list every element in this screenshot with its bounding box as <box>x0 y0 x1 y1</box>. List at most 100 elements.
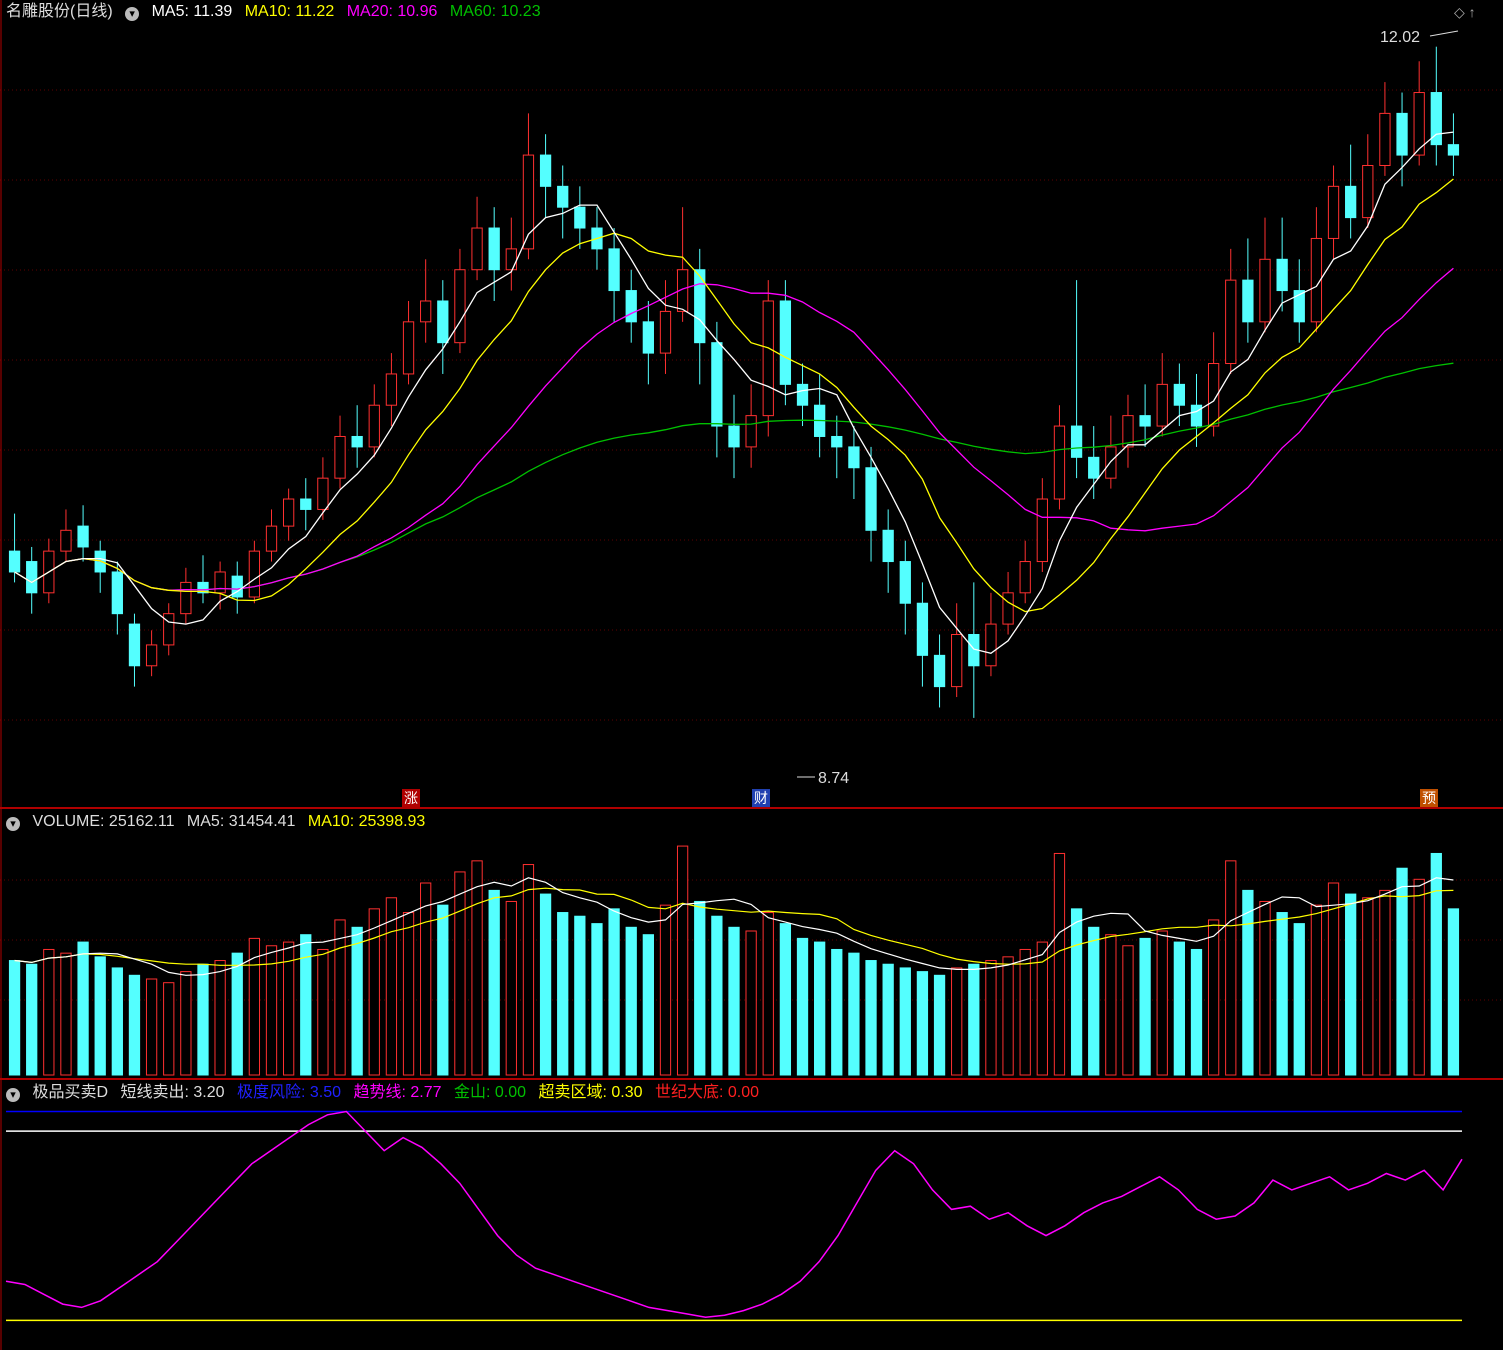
volume-ma10-value: MA10: 25398.93 <box>307 813 426 830</box>
candle-body <box>1053 425 1066 500</box>
candle-body <box>1088 456 1100 479</box>
volume-bar <box>728 926 740 1076</box>
volume-bar <box>1362 897 1374 1076</box>
candle-body <box>916 602 929 656</box>
volume-bar <box>180 971 192 1076</box>
candle-body <box>1225 279 1237 365</box>
volume-bar <box>659 904 672 1076</box>
volume-bar <box>985 960 997 1076</box>
candle-body <box>711 342 723 427</box>
candle-body <box>128 623 141 667</box>
candle-body <box>248 550 261 598</box>
candle-body <box>1276 258 1288 292</box>
candle-body <box>1173 383 1186 406</box>
candle-body <box>505 248 517 271</box>
volume-bar <box>642 934 654 1076</box>
candle-body <box>1002 592 1014 625</box>
volume-bar <box>933 974 946 1076</box>
candle-body <box>831 435 843 448</box>
golden-mountain-value: 金山: 0.00 <box>453 1084 527 1101</box>
volume-bar <box>574 915 586 1076</box>
volume-bar <box>1430 852 1442 1076</box>
yu-marker[interactable]: 预 <box>1420 789 1438 807</box>
volume-bar <box>1276 912 1288 1076</box>
candle-body <box>1345 185 1357 219</box>
candle-body <box>1396 112 1408 156</box>
main-header: 名雕股份(日线) ▾ MA5: 11.39 MA10: 11.22 MA20: … <box>6 1 549 23</box>
candle-body <box>1259 258 1271 323</box>
volume-bar <box>351 926 363 1076</box>
candle-body <box>8 550 21 573</box>
ma-lines <box>14 131 1454 655</box>
volume-bar <box>26 963 38 1076</box>
stock-chart[interactable]: 12.02 8.74 <box>0 0 1503 1350</box>
volume-bar <box>796 937 809 1076</box>
cai-marker[interactable]: 财 <box>752 789 770 807</box>
period-label[interactable]: (日线) <box>70 3 113 20</box>
volume-bar <box>1447 908 1460 1076</box>
volume-bar <box>1396 867 1408 1076</box>
volume-bar <box>368 908 380 1076</box>
volume-bar <box>1053 852 1066 1076</box>
candle-body <box>557 185 569 208</box>
candle-body <box>745 415 757 448</box>
volume-bar <box>814 941 826 1076</box>
volume-bar <box>145 978 158 1076</box>
candle-body <box>60 529 72 552</box>
volume-bar <box>77 941 89 1076</box>
volume-bar <box>968 963 980 1076</box>
volume-bars[interactable] <box>8 845 1460 1076</box>
trend-line-value: 趋势线: 2.77 <box>353 1084 442 1101</box>
indicator-header: ▾ 极品买卖D 短线卖出: 3.20 极度风险: 3.50 趋势线: 2.77 … <box>6 1082 767 1104</box>
window-controls-icon[interactable]: ◇ ↑ <box>1454 4 1476 21</box>
candle-body <box>951 634 963 688</box>
candle-body <box>1447 144 1460 156</box>
volume-bar <box>1345 893 1357 1076</box>
volume-bar <box>1379 889 1391 1076</box>
candle-body <box>762 300 774 417</box>
volume-bar <box>916 971 929 1076</box>
volume-bar <box>1088 926 1100 1076</box>
candle-body <box>77 525 89 548</box>
ma5-line <box>14 131 1454 655</box>
indicator-menu-icon[interactable]: ▾ <box>6 1088 20 1102</box>
volume-bar <box>402 912 415 1076</box>
volume-menu-icon[interactable]: ▾ <box>6 817 20 831</box>
volume-bar <box>608 908 620 1076</box>
volume-bar <box>1413 878 1425 1076</box>
zhang-marker[interactable]: 涨 <box>402 789 420 807</box>
candle-body <box>659 310 672 354</box>
stock-name[interactable]: 名雕股份 <box>6 3 70 20</box>
volume-bar <box>1225 860 1237 1076</box>
candle-body <box>368 404 380 448</box>
candle-body <box>1156 383 1168 427</box>
candle-body <box>796 383 809 406</box>
candle-body <box>351 435 363 448</box>
volume-bar <box>848 952 860 1076</box>
candle-body <box>625 290 637 323</box>
trend-line <box>5 1110 1463 1318</box>
volume-bar <box>1002 956 1014 1076</box>
volume-bar <box>1310 904 1323 1076</box>
panel-separators <box>0 0 1503 1350</box>
volume-bar <box>334 919 346 1076</box>
candle-body <box>26 561 38 594</box>
candle-body <box>111 571 123 615</box>
volume-bar <box>454 871 466 1076</box>
volume-bar <box>539 893 552 1076</box>
indicator-name[interactable]: 极品买卖D <box>32 1084 108 1101</box>
candlesticks[interactable] <box>8 46 1460 718</box>
low-price-label: 8.74 <box>818 770 849 787</box>
volume-bar <box>488 889 500 1076</box>
volume-bar <box>779 923 792 1076</box>
volume-bar <box>197 963 209 1076</box>
volume-bar <box>1259 900 1271 1076</box>
menu-toggle-icon[interactable]: ▾ <box>125 7 140 21</box>
volume-value: VOLUME: 25162.11 <box>32 813 175 830</box>
volume-bar <box>831 948 843 1076</box>
candle-body <box>145 644 158 667</box>
candle-body <box>1190 404 1203 427</box>
volume-bar <box>676 845 689 1076</box>
volume-bar <box>882 963 894 1076</box>
volume-bar <box>745 930 757 1076</box>
